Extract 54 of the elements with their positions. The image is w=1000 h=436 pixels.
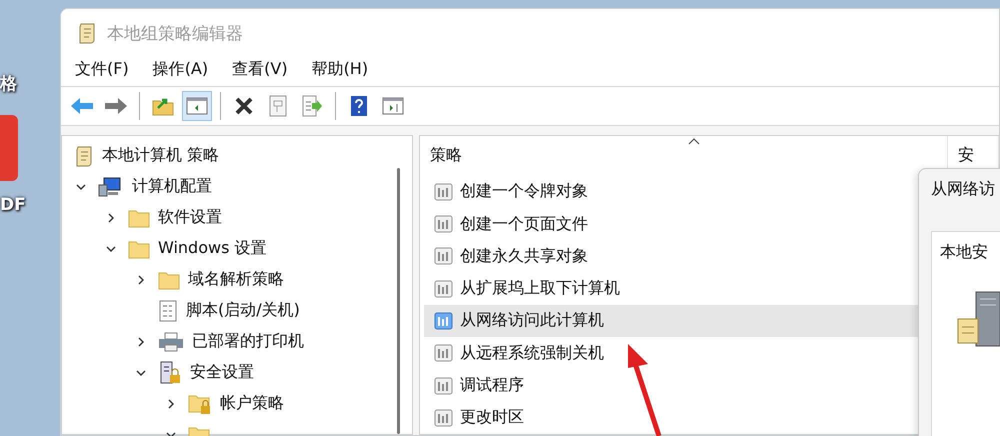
policy-row[interactable]: 创建永久共享对象 <box>424 240 920 272</box>
policy-icon <box>434 310 454 331</box>
tree-item[interactable]: 安全设置 <box>190 362 254 383</box>
menu-item[interactable]: 帮助(H) <box>312 59 368 80</box>
dialog-title: 从网络访 <box>930 178 996 200</box>
desktop-icon-label: DF <box>0 195 26 215</box>
forward-arrow-icon <box>104 97 128 115</box>
policy-icon <box>434 182 454 202</box>
folder-icon <box>128 238 150 258</box>
pane-icon <box>382 97 404 115</box>
properties-icon <box>268 95 288 117</box>
menu-item[interactable]: 查看(V) <box>232 59 288 80</box>
policy-icon <box>434 343 454 364</box>
policy-icon <box>434 214 454 234</box>
policy-row[interactable]: 从扩展坞上取下计算机 <box>424 272 920 305</box>
tree-item[interactable]: 计算机配置 <box>132 176 212 197</box>
script-icon <box>158 300 178 322</box>
tree-item[interactable]: 脚本(启动/关机) <box>186 300 300 321</box>
policy-row[interactable]: 调试程序 <box>424 369 920 402</box>
tree-item[interactable]: Windows 设置 <box>158 238 267 259</box>
dialog-tab[interactable]: 本地安 <box>940 242 1000 263</box>
folder-up-icon <box>152 96 174 116</box>
locked-folder-icon <box>188 392 212 414</box>
pane-toggle-icon <box>186 97 208 115</box>
policy-icon <box>434 376 454 396</box>
policy-icon <box>434 408 454 428</box>
policy-icon <box>434 278 454 299</box>
policy-row[interactable]: 从网络访问此计算机 <box>424 304 920 338</box>
scroll-icon <box>77 22 97 44</box>
tree-item[interactable]: 域名解析策略 <box>188 269 284 290</box>
folder-icon <box>128 208 150 228</box>
printer-icon <box>158 332 184 352</box>
policy-row[interactable]: 从远程系统强制关机 <box>424 337 920 370</box>
delete-icon <box>234 96 254 116</box>
tree-item[interactable]: 软件设置 <box>158 207 222 228</box>
tree-item[interactable]: 本地计算机 策略 <box>102 145 220 166</box>
policy-row[interactable]: 创建一个页面文件 <box>424 208 920 240</box>
export-list-icon <box>301 95 323 117</box>
scrollbar-thumb[interactable] <box>397 168 400 434</box>
menu-item[interactable]: 文件(F) <box>75 59 129 80</box>
policy-row[interactable]: 更改时区 <box>424 402 920 434</box>
column-header[interactable]: 安 <box>958 145 974 166</box>
back-arrow-icon <box>70 97 94 115</box>
security-icon <box>158 360 182 384</box>
folder-icon <box>158 270 180 290</box>
column-header[interactable]: 策略 <box>430 145 462 166</box>
help-icon <box>350 95 368 117</box>
window-title: 本地组策略编辑器 <box>107 22 243 44</box>
menu-item[interactable]: 操作(A) <box>152 59 208 80</box>
tree-item[interactable]: 已部署的打印机 <box>192 331 304 352</box>
policy-icon <box>434 246 454 266</box>
scroll-icon <box>74 144 94 166</box>
policy-row[interactable]: 创建一个令牌对象 <box>424 176 920 208</box>
tree-item[interactable]: 帐户策略 <box>220 393 284 414</box>
